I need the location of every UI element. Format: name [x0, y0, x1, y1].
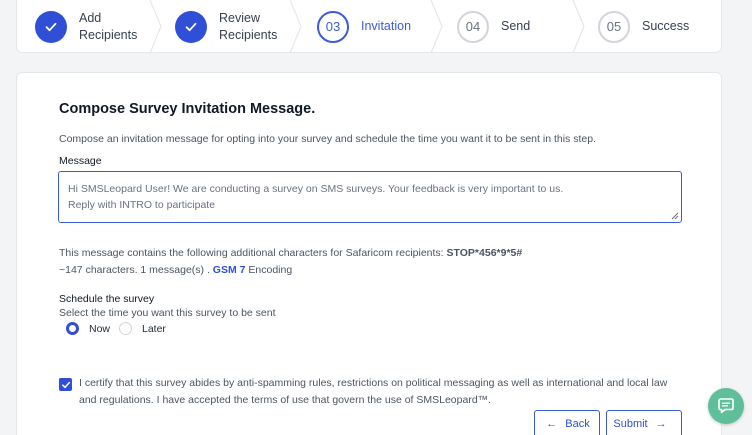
- check-icon: [35, 10, 67, 43]
- step-label: Send: [501, 19, 531, 33]
- additional-chars-info: This message contains the following addi…: [59, 247, 523, 259]
- step-invitation[interactable]: 03 Invitation: [317, 0, 443, 52]
- message-line: Reply with INTRO to participate: [68, 199, 216, 211]
- back-button[interactable]: ← Back: [534, 410, 600, 435]
- page-title: Compose Survey Invitation Message.: [59, 101, 316, 117]
- chat-button[interactable]: [708, 388, 744, 424]
- schedule-label: Schedule the survey: [59, 293, 155, 305]
- step-success[interactable]: 05 Success: [598, 0, 721, 52]
- chevron-separator-icon: [572, 0, 585, 52]
- chevron-separator-icon: [149, 0, 162, 52]
- check-icon: [175, 10, 207, 43]
- resize-handle-icon[interactable]: [671, 212, 679, 220]
- step-number: 03: [317, 10, 349, 43]
- message-textarea[interactable]: Hi SMSLeopard User! We are conducting a …: [58, 171, 682, 223]
- intro-text: Compose an invitation message for opting…: [59, 133, 596, 145]
- radio-unselected-icon[interactable]: [119, 322, 132, 335]
- step-label: Success: [642, 19, 690, 33]
- message-line: Hi SMSLeopard User! We are conducting a …: [68, 183, 564, 195]
- certify-checkbox[interactable]: [59, 378, 72, 391]
- chevron-separator-icon: [289, 0, 302, 52]
- radio-selected-icon[interactable]: [66, 322, 79, 335]
- check-icon: [61, 381, 70, 388]
- step-number: 04: [457, 10, 489, 43]
- compose-card: Compose Survey Invitation Message. Compo…: [16, 72, 722, 435]
- encoding-link[interactable]: GSM 7: [213, 264, 246, 276]
- radio-now[interactable]: Now: [66, 322, 110, 335]
- step-number: 05: [598, 10, 630, 43]
- step-review-recipients[interactable]: Review Recipients: [175, 0, 301, 52]
- message-label: Message: [59, 155, 102, 167]
- schedule-hint: Select the time you want this survey to …: [59, 307, 276, 319]
- stop-code: STOP*456*9*5#: [446, 247, 523, 259]
- arrow-left-icon: ←: [546, 418, 558, 430]
- arrow-right-icon: →: [655, 418, 667, 430]
- stepper: Add Recipients Review Recipients 03 Invi…: [16, 0, 722, 53]
- submit-button[interactable]: Submit →: [606, 410, 682, 435]
- radio-later[interactable]: Later: [119, 322, 166, 335]
- certify-text: I certify that this survey abides by ant…: [79, 377, 668, 406]
- step-send[interactable]: 04 Send: [457, 0, 583, 52]
- character-count: ~147 characters. 1 message(s) . GSM 7 En…: [59, 264, 293, 276]
- chevron-separator-icon: [430, 0, 443, 52]
- chat-bubble-icon: [718, 398, 734, 414]
- step-add-recipients[interactable]: Add Recipients: [35, 0, 161, 52]
